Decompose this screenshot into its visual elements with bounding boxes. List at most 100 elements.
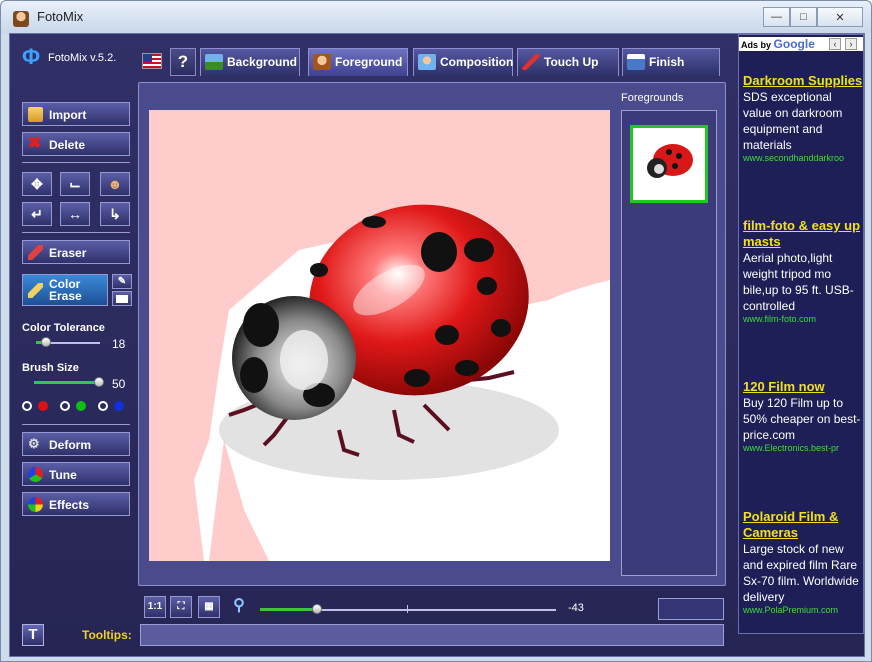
folder-icon: [28, 107, 43, 122]
ladybug-thumbnail-image: [647, 144, 693, 178]
ad-item[interactable]: Polaroid Film & Cameras Large stock of n…: [743, 509, 863, 615]
minimize-icon: —: [771, 11, 782, 23]
brush-mode-radio[interactable]: [98, 401, 108, 411]
ad-body: SDS exceptional value on darkroom equipm…: [743, 90, 843, 152]
ad-prev-button[interactable]: ‹: [829, 38, 841, 50]
app-window: FotoMix — □ ✕ Φ FotoMix v.5.2. ? Backgro…: [0, 0, 872, 662]
help-button[interactable]: ?: [170, 48, 196, 76]
zoom-slider-thumb[interactable]: [312, 604, 322, 614]
ad-item[interactable]: Darkroom Supplies SDS exceptional value …: [743, 73, 863, 163]
ad-item[interactable]: film-foto & easy up masts Aerial photo,l…: [743, 218, 863, 324]
tab-finish[interactable]: Finish: [622, 48, 720, 76]
text-icon: T: [28, 626, 38, 643]
tune-button[interactable]: Tune: [22, 462, 130, 486]
brush-size-thumb[interactable]: [94, 377, 104, 387]
color-erase-button[interactable]: Color Erase: [22, 274, 108, 306]
rotate-left-icon: ↵: [31, 206, 43, 222]
divider: [22, 232, 130, 233]
grid-button[interactable]: ▦: [198, 596, 220, 618]
eraser-icon: [28, 245, 43, 260]
foregrounds-list[interactable]: [621, 110, 717, 576]
ads-by-label: Ads by: [741, 40, 772, 50]
version-label: FotoMix v.5.2.: [48, 52, 117, 64]
import-label: Import: [49, 108, 87, 122]
foreground-thumbnail[interactable]: [630, 125, 708, 203]
color-tolerance-value: 18: [112, 337, 126, 351]
effects-icon: [28, 497, 43, 512]
ad-item[interactable]: 120 Film now Buy 120 Film up to 50% chea…: [743, 379, 863, 453]
title-bar[interactable]: FotoMix — □ ✕: [1, 1, 871, 33]
rotate-right-icon: ↳: [109, 206, 121, 222]
landscape-icon: [205, 54, 223, 70]
foreground-canvas[interactable]: [149, 110, 610, 561]
color-erase-label-2: Erase: [49, 289, 82, 303]
minimize-button[interactable]: —: [763, 7, 790, 27]
green-channel-icon: [76, 401, 86, 411]
eyedropper-button[interactable]: ✎: [112, 274, 132, 289]
brush-size-label: Brush Size: [22, 362, 79, 374]
ad-url[interactable]: www.film-foto.com: [743, 314, 863, 324]
actual-size-icon: 1:1: [147, 601, 163, 612]
tooltips-toggle-button[interactable]: T: [22, 624, 44, 646]
rotate-left-button[interactable]: ↵: [22, 202, 52, 226]
fotomix-logo-icon: Φ: [22, 44, 41, 69]
magnifier-icon: ⚲: [233, 597, 245, 614]
red-channel-icon: [38, 401, 48, 411]
app-body: Φ FotoMix v.5.2. ? Background Foreground…: [9, 33, 865, 657]
ad-url[interactable]: www.secondhanddarkroo: [743, 153, 863, 163]
tab-foreground[interactable]: Foreground: [308, 48, 408, 76]
eraser-label: Eraser: [49, 246, 87, 260]
brush-mode-radio[interactable]: [22, 401, 32, 411]
tab-background[interactable]: Background: [200, 48, 300, 76]
ad-url[interactable]: www.Electronics.best-pr: [743, 443, 863, 453]
rotate-right-button[interactable]: ↳: [100, 202, 130, 226]
divider: [22, 162, 130, 163]
status-box: [658, 598, 724, 620]
app-icon: [13, 11, 29, 27]
language-flag-icon[interactable]: [142, 53, 162, 69]
color-swatch-icon: [116, 295, 128, 303]
flip-horizontal-button[interactable]: ↔: [60, 202, 90, 226]
crop-icon: ⌙: [69, 176, 81, 192]
delete-button[interactable]: ✖ Delete: [22, 132, 130, 156]
flip-horizontal-icon: ↔: [68, 206, 82, 222]
clone-tool-button[interactable]: ☻: [100, 172, 130, 196]
ad-body: Buy 120 Film up to 50% cheaper on best-p…: [743, 396, 861, 442]
ad-next-button[interactable]: ›: [845, 38, 857, 50]
close-button[interactable]: ✕: [817, 7, 863, 27]
color-tolerance-thumb[interactable]: [41, 337, 51, 347]
ad-title[interactable]: 120 Film now: [743, 379, 863, 395]
zoom-actual-size-button[interactable]: 1:1: [144, 596, 166, 618]
people-icon: ☻: [107, 176, 123, 192]
delete-label: Delete: [49, 138, 86, 152]
chevron-right-icon: ›: [849, 39, 853, 49]
maximize-button[interactable]: □: [790, 7, 817, 27]
ad-title[interactable]: Darkroom Supplies: [743, 73, 863, 89]
move-tool-button[interactable]: ✥: [22, 172, 52, 196]
tab-composition[interactable]: Composition: [413, 48, 513, 76]
import-button[interactable]: Import: [22, 102, 130, 126]
tune-label: Tune: [49, 468, 77, 482]
fit-icon: ⛶: [177, 601, 185, 612]
zoom-fit-button[interactable]: ⛶: [170, 596, 192, 618]
tab-label: Finish: [649, 55, 685, 69]
delete-x-icon: ✖: [28, 135, 42, 152]
brush-icon: [522, 54, 540, 70]
effects-button[interactable]: Effects: [22, 492, 130, 516]
crop-tool-button[interactable]: ⌙: [60, 172, 90, 196]
brush-mode-radio[interactable]: [60, 401, 70, 411]
pencil-icon: [28, 283, 43, 298]
ad-title[interactable]: film-foto & easy up masts: [743, 218, 863, 250]
deform-button[interactable]: ⚙ Deform: [22, 432, 130, 456]
color-wheel-icon: [28, 467, 43, 482]
divider: [22, 424, 130, 425]
brush-size-fill: [34, 381, 96, 384]
composition-icon: [418, 54, 436, 70]
color-swatch-button[interactable]: [112, 291, 132, 306]
ad-body: Aerial photo,light weight tripod mo bile…: [743, 251, 854, 313]
eraser-button[interactable]: Eraser: [22, 240, 130, 264]
ad-url[interactable]: www.PolaPremium.com: [743, 605, 863, 615]
editor-panel: Foregrounds: [138, 82, 726, 586]
ad-title[interactable]: Polaroid Film & Cameras: [743, 509, 863, 541]
tab-touch-up[interactable]: Touch Up: [517, 48, 619, 76]
